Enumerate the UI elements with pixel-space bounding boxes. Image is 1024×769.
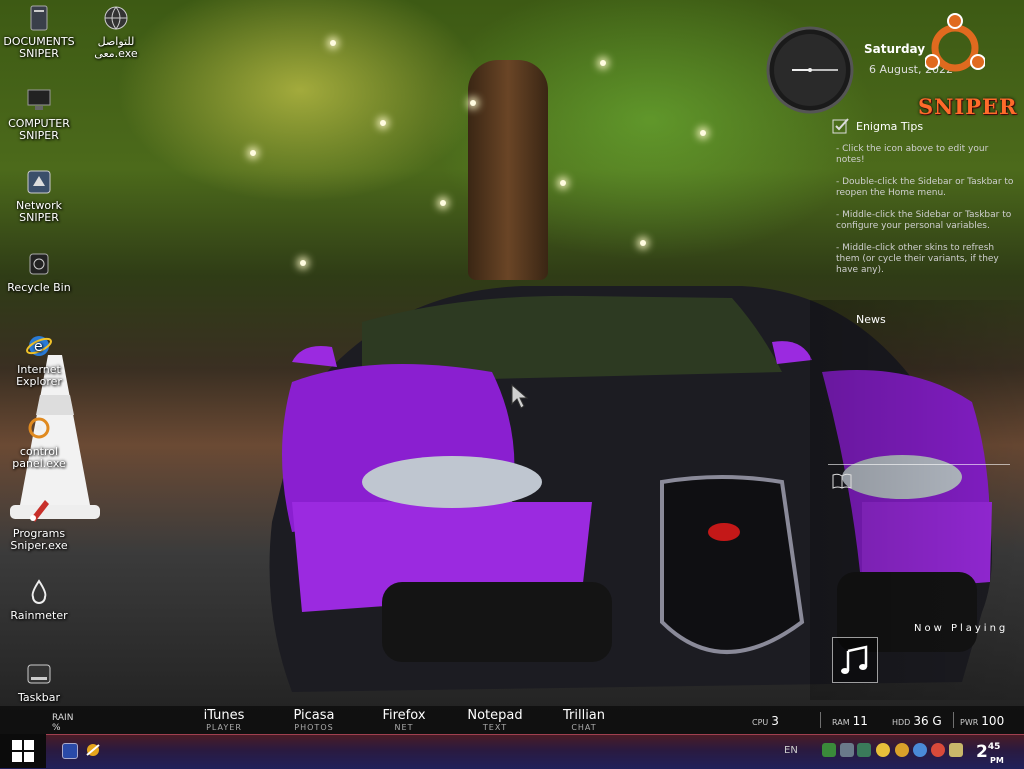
internet-explorer-icon: e bbox=[26, 336, 52, 356]
stat-cpu: CPU 3 bbox=[752, 714, 779, 728]
show-desktop-icon[interactable] bbox=[62, 743, 78, 759]
monitor-tray-icon[interactable] bbox=[840, 743, 854, 757]
notes-widget[interactable]: Enigma Tips - Click the icon above to ed… bbox=[828, 110, 1018, 287]
programs-icon bbox=[30, 500, 49, 522]
recycle-bin-icon bbox=[29, 253, 49, 275]
launcher-sub: CHAT bbox=[571, 723, 597, 732]
desktop-icon-control-panel[interactable]: control panel.exe bbox=[1, 414, 77, 470]
analog-clock-widget[interactable] bbox=[766, 26, 854, 114]
taskbar-clock[interactable]: 245 PM bbox=[976, 742, 1004, 765]
tools-tray-icon[interactable] bbox=[949, 743, 963, 757]
stat-value: 3 bbox=[771, 714, 779, 728]
stat-key: CPU bbox=[752, 718, 769, 727]
launcher-notepad[interactable]: Notepad TEXT bbox=[466, 709, 524, 733]
book-icon[interactable] bbox=[832, 473, 852, 489]
stat-hdd: HDD 36 G bbox=[892, 714, 942, 728]
desktop-icon-label: control panel.exe bbox=[12, 445, 66, 470]
desktop-icon-internet-explorer[interactable]: e Internet Explorer bbox=[1, 332, 77, 388]
stat-key: RAM bbox=[832, 718, 850, 727]
desktop-icon-label: Internet Explorer bbox=[16, 363, 62, 388]
launcher-sub: TEXT bbox=[482, 723, 508, 732]
documents-icon bbox=[30, 5, 48, 31]
computer-icon bbox=[27, 89, 51, 110]
language-indicator[interactable]: EN bbox=[784, 745, 798, 756]
browser-quicklaunch-icon[interactable] bbox=[84, 742, 102, 758]
clock-day: Saturday bbox=[864, 42, 926, 56]
launcher-title: Trillian bbox=[562, 708, 606, 723]
clock-minutes: 45 bbox=[987, 742, 1001, 752]
launcher-title: Picasa bbox=[293, 708, 335, 723]
tree-trunk bbox=[468, 60, 548, 280]
clock-ampm: PM bbox=[990, 756, 1004, 765]
rainmeter-icon bbox=[31, 579, 47, 604]
notes-tip: - Middle-click the Sidebar or Taskbar to… bbox=[836, 210, 1012, 231]
desktop-icon-computer[interactable]: COMPUTER SNIPER bbox=[1, 86, 77, 142]
desktop-icon-recycle-bin[interactable]: Recycle Bin bbox=[1, 250, 77, 294]
desktop-icon-contact[interactable]: للتواصل معى.exe bbox=[78, 4, 154, 60]
notes-tip: - Middle-click other skins to refresh th… bbox=[836, 243, 999, 275]
launcher-itunes[interactable]: iTunes PLAYER bbox=[198, 709, 250, 733]
control-panel-icon bbox=[28, 417, 50, 439]
notes-title: Enigma Tips bbox=[856, 119, 924, 133]
globe-icon bbox=[104, 6, 128, 30]
stat-pwr: PWR 100 bbox=[960, 714, 1004, 728]
rain-label: RAIN bbox=[52, 713, 74, 723]
sidebar-divider bbox=[828, 464, 1010, 465]
notes-tip: - Double-click the Sidebar or Taskbar to… bbox=[836, 177, 1014, 198]
stat-separator bbox=[953, 712, 954, 728]
stat-key: PWR bbox=[960, 718, 979, 727]
desktop-icon-label: Rainmeter bbox=[10, 609, 68, 622]
desktop-icon-label: DOCUMENTS SNIPER bbox=[3, 35, 75, 60]
news-label[interactable]: News bbox=[856, 313, 886, 326]
now-playing-label: Now Playing bbox=[914, 623, 1009, 634]
desktop-icon-label: Network SNIPER bbox=[16, 199, 62, 224]
stat-value: 100 bbox=[981, 714, 1005, 728]
stat-ram: RAM 11 bbox=[832, 714, 868, 728]
desktop-icon-rainmeter[interactable]: Rainmeter bbox=[1, 578, 77, 622]
launcher-title: Notepad bbox=[467, 708, 523, 723]
launcher-sub: PLAYER bbox=[206, 723, 242, 732]
desktop-icon-label: Programs Sniper.exe bbox=[10, 527, 68, 552]
start-button[interactable] bbox=[0, 734, 46, 768]
clock-hour: 2 bbox=[976, 742, 988, 762]
smiley-tray-icon[interactable] bbox=[895, 743, 909, 757]
checkbox-icon[interactable] bbox=[832, 118, 850, 134]
messenger-tray-icon[interactable] bbox=[876, 743, 890, 757]
stat-separator bbox=[820, 712, 821, 728]
taskbar-icon bbox=[27, 664, 51, 684]
music-player-button[interactable] bbox=[832, 637, 878, 683]
security-tray-icon[interactable] bbox=[857, 743, 871, 757]
ubuntu-logo-icon bbox=[925, 13, 985, 72]
stat-value: 36 G bbox=[913, 714, 942, 728]
launcher-sub: PHOTOS bbox=[294, 723, 334, 732]
stat-value: 11 bbox=[852, 714, 868, 728]
water-drop-tray-icon[interactable] bbox=[913, 743, 927, 757]
notes-header[interactable]: Enigma Tips bbox=[832, 118, 1018, 134]
desktop-icon-label: Taskbar bbox=[18, 691, 60, 704]
launcher-picasa[interactable]: Picasa PHOTOS bbox=[288, 709, 340, 733]
mouse-cursor-icon bbox=[511, 384, 529, 409]
desktop-icon-label: COMPUTER SNIPER bbox=[8, 117, 70, 142]
antivirus-tray-icon[interactable] bbox=[931, 743, 945, 757]
launcher-sub: NET bbox=[394, 723, 414, 732]
windows-logo-icon bbox=[12, 740, 34, 762]
desktop-icon-label: Recycle Bin bbox=[7, 281, 71, 294]
launcher-title: Firefox bbox=[382, 708, 426, 723]
stat-key: HDD bbox=[892, 718, 911, 727]
desktop-icon-programs[interactable]: Programs Sniper.exe bbox=[1, 496, 77, 552]
desktop-icon-label: للتواصل معى.exe bbox=[94, 35, 138, 60]
network-tray-icon[interactable] bbox=[822, 743, 836, 757]
desktop-icon-documents[interactable]: DOCUMENTS SNIPER bbox=[1, 4, 77, 60]
rain-value: % bbox=[52, 723, 61, 733]
network-icon bbox=[27, 170, 51, 194]
svg-text:e: e bbox=[34, 339, 43, 355]
music-note-icon bbox=[841, 645, 868, 674]
desktop-icon-taskbar[interactable]: Taskbar bbox=[1, 660, 77, 704]
launcher-title: iTunes bbox=[203, 708, 245, 723]
desktop-icon-network[interactable]: Network SNIPER bbox=[1, 168, 77, 224]
launcher-trillian[interactable]: Trillian CHAT bbox=[558, 709, 610, 733]
launcher-firefox[interactable]: Firefox NET bbox=[378, 709, 430, 733]
notes-tip: - Click the icon above to edit your note… bbox=[836, 144, 989, 165]
